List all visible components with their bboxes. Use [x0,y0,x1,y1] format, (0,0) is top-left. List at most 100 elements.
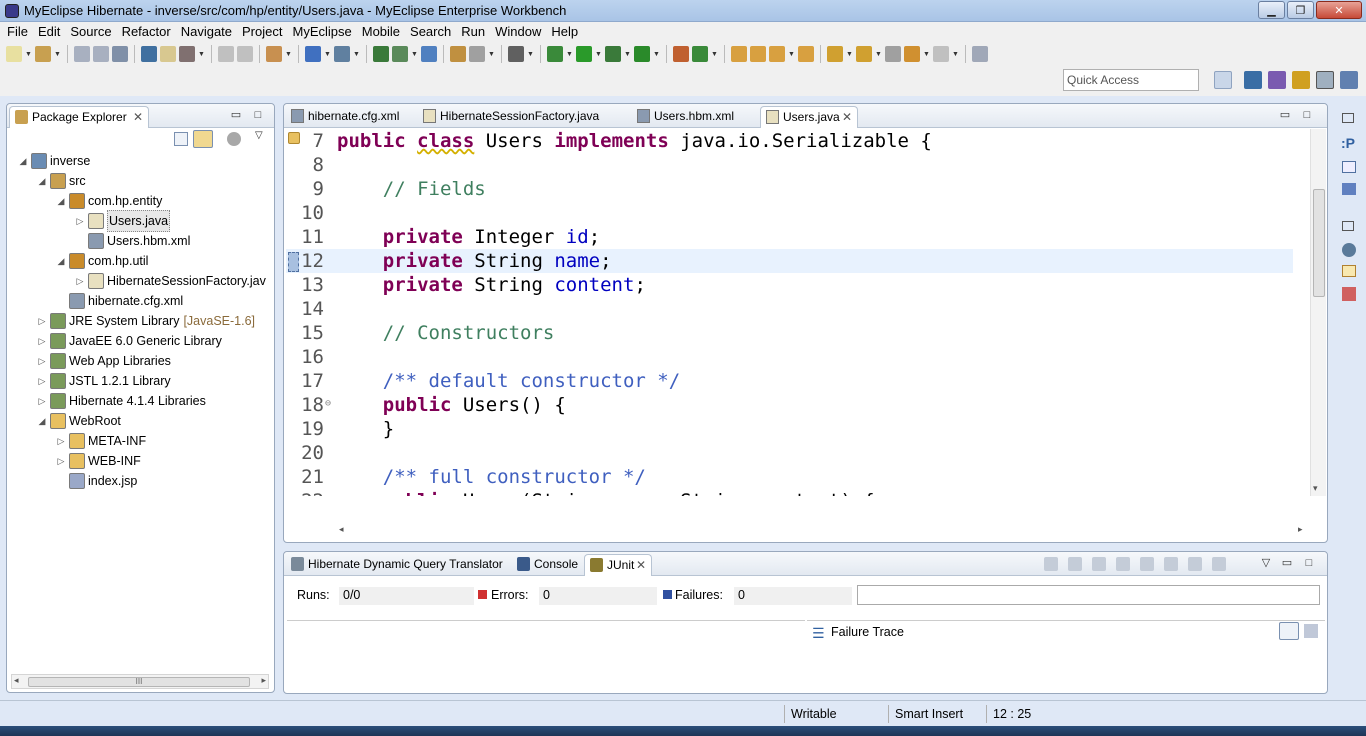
print-icon[interactable] [112,46,128,62]
chevron-down-icon[interactable]: ▼ [595,46,602,62]
prev-annotation-icon[interactable] [856,46,872,62]
scroll-right-icon[interactable]: ▸ [261,675,266,686]
next-annotation-icon[interactable] [827,46,843,62]
code-line[interactable]: 7 public class Users implements java.io.S… [286,129,1293,153]
browser-icon[interactable] [421,46,437,62]
new-icon[interactable] [6,46,22,62]
tree-item[interactable]: ▷ JRE System Library [JavaSE-1.6] [36,311,255,331]
expanded-toggle-icon[interactable]: ◢ [36,411,48,431]
tree-item[interactable]: ▷ WEB-INF [55,451,141,471]
refresh-icon[interactable] [692,46,708,62]
lock-icon[interactable] [1188,557,1202,571]
tree-item[interactable]: ◢ WebRoot [36,411,121,431]
java-perspective-icon[interactable] [1244,71,1262,89]
open-folder-icon[interactable] [731,46,747,62]
debug-icon[interactable] [547,46,563,62]
save-icon[interactable] [74,46,90,62]
chevron-down-icon[interactable]: ▼ [711,46,718,62]
expanded-toggle-icon[interactable]: ◢ [55,191,67,211]
rerun-failed-icon[interactable] [1164,557,1178,571]
editor-tab[interactable]: Users.java ✕ [760,106,858,128]
editor-scroll-thumb[interactable] [1313,189,1325,297]
chevron-down-icon[interactable]: ▼ [285,46,292,62]
menu-help[interactable]: Help [546,22,583,42]
menu-source[interactable]: Source [65,22,116,42]
open-icon[interactable] [798,46,814,62]
link-with-editor-icon[interactable] [193,130,213,148]
open-file-icon[interactable] [750,46,766,62]
tree-item[interactable]: ◢ com.hp.entity [55,191,162,211]
open-web-icon[interactable] [305,46,321,62]
javaee-perspective-icon[interactable] [1340,71,1358,89]
chevron-down-icon[interactable]: ▼ [566,46,573,62]
collapsed-toggle-icon[interactable]: ▷ [36,311,48,331]
properties-icon[interactable]: :P [1341,135,1355,151]
close-icon[interactable]: ✕ [842,107,852,127]
minimize-panel-icon[interactable]: ▭ [230,109,242,121]
open-perspective-icon[interactable] [1214,71,1232,89]
editor-vertical-scrollbar[interactable]: ▾ [1310,129,1326,496]
chevron-down-icon[interactable]: ▼ [653,46,660,62]
collapsed-toggle-icon[interactable]: ▷ [55,431,67,451]
menu-refactor[interactable]: Refactor [117,22,176,42]
chevron-down-icon[interactable]: ▼ [875,46,882,62]
tree-item[interactable]: Users.hbm.xml [74,231,190,251]
myeclipse-perspective-icon[interactable] [1316,71,1334,89]
scroll-down-icon[interactable]: ▾ [1313,483,1318,494]
close-icon[interactable]: ✕ [636,555,646,575]
forward-icon[interactable] [933,46,949,62]
menu-search[interactable]: Search [405,22,456,42]
code-line[interactable]: 18 ⊖ public Users() { [286,393,1293,417]
collapsed-toggle-icon[interactable]: ▷ [36,391,48,411]
minimize-editor-icon[interactable]: ▭ [1279,109,1291,121]
tree-item[interactable]: ▷ Users.java [74,210,171,232]
chevron-down-icon[interactable]: ▼ [198,46,205,62]
history-icon[interactable] [1116,557,1130,571]
tab-console[interactable]: Console [512,554,584,576]
collapse-all-icon[interactable] [174,132,188,146]
screen-icon[interactable] [508,46,524,62]
code-editor[interactable]: 7 public class Users implements java.io.S… [286,129,1293,496]
menu-run[interactable]: Run [456,22,490,42]
prev-failure-icon[interactable] [1068,557,1082,571]
menu-navigate[interactable]: Navigate [176,22,237,42]
expanded-toggle-icon[interactable]: ◢ [17,151,29,171]
error-log-icon[interactable] [1342,287,1356,301]
scroll-thumb[interactable]: III [28,677,250,687]
tree-item[interactable]: ▷ JSTL 1.2.1 Library [36,371,171,391]
collapsed-toggle-icon[interactable]: ▷ [36,331,48,351]
chevron-down-icon[interactable]: ▼ [54,46,61,62]
editor-scroll-right-icon[interactable]: ▸ [1298,524,1303,535]
toggle-mark-icon[interactable] [160,46,176,62]
deploy-icon[interactable] [373,46,389,62]
chevron-down-icon[interactable]: ▼ [353,46,360,62]
menu-myeclipse[interactable]: MyEclipse [287,22,356,42]
tree-item[interactable]: index.jsp [55,471,137,491]
collapsed-toggle-icon[interactable]: ▷ [36,351,48,371]
menu-file[interactable]: File [2,22,33,42]
editor-tab[interactable]: Users.hbm.xml [632,106,756,128]
new-wizard-icon[interactable] [35,46,51,62]
chevron-down-icon[interactable]: ▼ [25,46,32,62]
maximize-junit-icon[interactable]: □ [1303,557,1315,569]
code-line[interactable]: 16 [286,345,1293,369]
close-button[interactable]: ✕ [1316,1,1362,19]
debug-perspective-icon[interactable] [1268,71,1286,89]
chevron-down-icon[interactable]: ▼ [411,46,418,62]
editor-tab[interactable]: hibernate.cfg.xml [286,106,414,128]
minimize-junit-icon[interactable]: ▭ [1281,557,1293,569]
quick-access-input[interactable]: Quick Access [1063,69,1199,91]
code-line[interactable]: 21 /** full constructor */ [286,465,1293,489]
compare-result-icon[interactable] [1304,624,1318,638]
undo-icon[interactable] [218,46,234,62]
pin-icon[interactable] [972,46,988,62]
chevron-down-icon[interactable]: ▼ [488,46,495,62]
web-deploy-icon[interactable] [392,46,408,62]
menu-mobile[interactable]: Mobile [357,22,405,42]
code-line[interactable]: 17 /** default constructor */ [286,369,1293,393]
view-menu-icon[interactable]: ▽ [255,130,263,141]
run-ext-icon[interactable] [605,46,621,62]
fold-toggle-icon[interactable]: ⊖ [325,489,331,496]
last-edit-icon[interactable] [885,46,901,62]
warning-marker-icon[interactable] [288,132,300,144]
